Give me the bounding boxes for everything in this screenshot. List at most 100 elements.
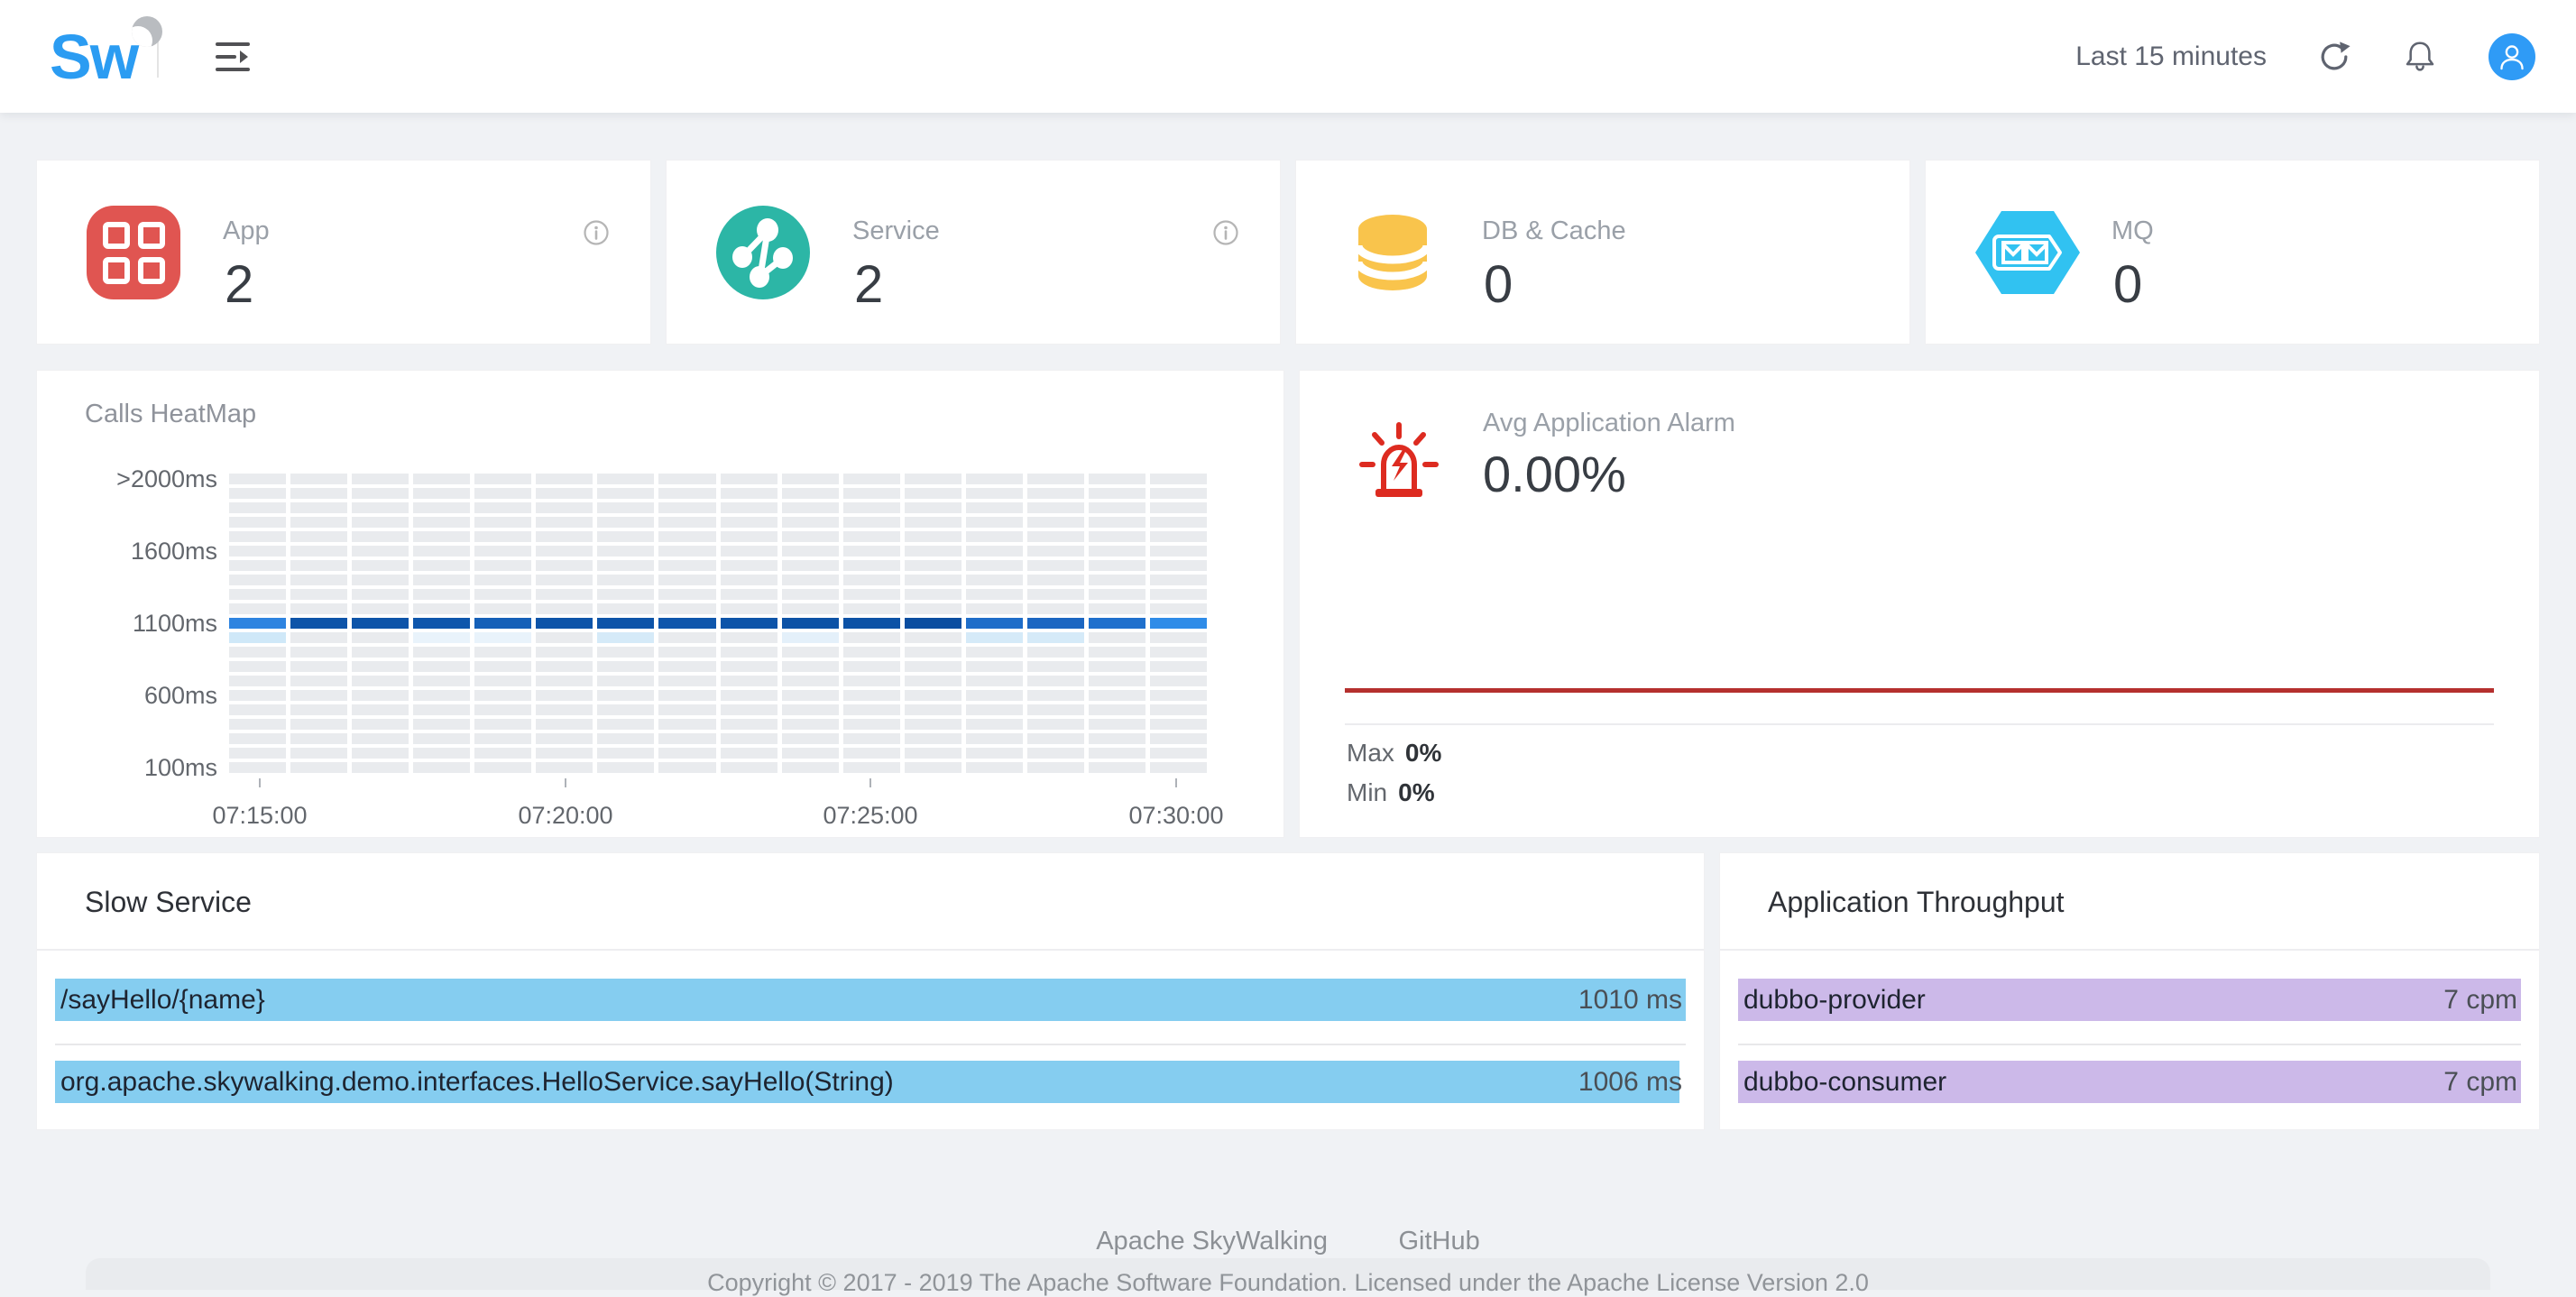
throughput-row[interactable]: dubbo-provider 7 cpm: [1738, 979, 2521, 1021]
heatmap-cell: [413, 517, 470, 528]
alarm-max-value: 0%: [1405, 739, 1441, 767]
slow-service-row[interactable]: org.apache.skywalking.demo.interfaces.He…: [55, 1061, 1686, 1103]
heatmap-cell: [290, 589, 347, 600]
heatmap-cell: [905, 748, 961, 759]
heatmap-cell: [536, 661, 593, 672]
heatmap-cell: [966, 733, 1023, 744]
notification-bell-icon[interactable]: [2404, 39, 2436, 75]
row-divider: [1738, 1044, 2521, 1045]
heatmap-cell: [843, 632, 900, 643]
heatmap-cell: [352, 560, 409, 571]
heatmap-cell: [536, 632, 593, 643]
heatmap-cell: [352, 733, 409, 744]
heatmap-cell: [966, 618, 1023, 629]
time-range-selector[interactable]: Last 15 minutes: [2075, 41, 2267, 72]
heatmap-cell: [966, 676, 1023, 686]
heatmap-cell: [1027, 748, 1084, 759]
heatmap-cell: [474, 502, 531, 513]
calls-heatmap-panel: Calls HeatMap >2000ms 1600ms 1100ms 600m…: [36, 370, 1284, 838]
stat-card-label: MQ: [2111, 216, 2154, 246]
heatmap-cell: [1150, 575, 1207, 585]
heatmap-cell: [782, 560, 839, 571]
heatmap-cell: [413, 560, 470, 571]
heatmap-cell: [352, 589, 409, 600]
heatmap-cell: [229, 661, 286, 672]
heatmap-cell: [843, 647, 900, 658]
heatmap-cell: [721, 575, 777, 585]
heatmap-cell: [721, 719, 777, 730]
heatmap-cell: [413, 589, 470, 600]
slow-service-row[interactable]: /sayHello/{name} 1010 ms: [55, 979, 1686, 1021]
heatmap-cell: [782, 690, 839, 701]
app-grid-icon: [87, 206, 180, 299]
heatmap-cell: [229, 704, 286, 715]
heatmap-cell: [782, 502, 839, 513]
heatmap-cell: [290, 762, 347, 773]
heatmap-cell: [413, 647, 470, 658]
heatmap-cell: [843, 575, 900, 585]
refresh-icon[interactable]: [2317, 40, 2351, 74]
heatmap-cell: [843, 733, 900, 744]
heatmap-cell: [1089, 589, 1145, 600]
heatmap-cell: [352, 632, 409, 643]
heatmap-cell: [352, 517, 409, 528]
heatmap-cell: [229, 690, 286, 701]
heatmap-cell: [597, 589, 654, 600]
mq-hexagon-icon: [1975, 206, 2069, 299]
heatmap-cell: [721, 618, 777, 629]
application-name: dubbo-provider: [1743, 979, 1926, 1021]
heatmap-cell: [966, 531, 1023, 542]
footer-link-github[interactable]: GitHub: [1399, 1227, 1480, 1256]
heatmap-cell: [1027, 603, 1084, 614]
heatmap-cell: [1089, 704, 1145, 715]
menu-unfold-icon[interactable]: [215, 40, 251, 74]
heatmap-cell: [290, 502, 347, 513]
middle-panels-row: Calls HeatMap >2000ms 1600ms 1100ms 600m…: [36, 370, 2540, 838]
heatmap-cell: [1150, 762, 1207, 773]
stat-card-mq: MQ 0: [1925, 160, 2540, 345]
heatmap-cell: [352, 488, 409, 499]
heatmap-cell: [843, 661, 900, 672]
heatmap-cell: [1089, 474, 1145, 484]
heatmap-cell: [966, 603, 1023, 614]
heatmap-cell: [658, 488, 715, 499]
heatmap-x-tickmark: [1175, 778, 1177, 787]
footer-link-skywalking[interactable]: Apache SkyWalking: [1096, 1227, 1328, 1256]
heatmap-cell: [905, 517, 961, 528]
skywalking-logo[interactable]: Sw: [50, 25, 137, 88]
heatmap-cell: [843, 603, 900, 614]
heatmap-y-tick: >2000ms: [37, 467, 217, 492]
user-avatar[interactable]: [2489, 33, 2535, 80]
stats-cards-row: App 2: [36, 160, 2540, 345]
heatmap-cell: [905, 474, 961, 484]
heatmap-cell: [966, 517, 1023, 528]
heatmap-cell: [721, 531, 777, 542]
heatmap-cell: [658, 748, 715, 759]
heatmap-x-tick: 07:15:00: [170, 802, 350, 830]
heatmap-cell: [290, 560, 347, 571]
heatmap-cell: [658, 647, 715, 658]
heatmap-cell: [1089, 502, 1145, 513]
info-icon[interactable]: [1213, 220, 1238, 245]
info-icon[interactable]: [584, 220, 609, 245]
heatmap-x-tickmark: [259, 778, 261, 787]
heatmap-cell: [536, 676, 593, 686]
heatmap-cell: [413, 603, 470, 614]
heatmap-cell: [290, 603, 347, 614]
heatmap-x-tickmark: [869, 778, 871, 787]
heatmap-cell: [229, 575, 286, 585]
heatmap-cell: [597, 603, 654, 614]
heatmap-cell: [1150, 661, 1207, 672]
service-endpoint-name: /sayHello/{name}: [60, 979, 265, 1021]
slow-service-panel: Slow Service /sayHello/{name} 1010 ms or…: [36, 852, 1705, 1130]
heatmap-cell: [1150, 618, 1207, 629]
heatmap-cell: [413, 546, 470, 557]
heatmap-cell: [1089, 575, 1145, 585]
throughput-row[interactable]: dubbo-consumer 7 cpm: [1738, 1061, 2521, 1103]
heatmap-cell: [413, 733, 470, 744]
heatmap-cell: [843, 690, 900, 701]
heatmap-cell: [843, 676, 900, 686]
heatmap-cell: [536, 474, 593, 484]
heatmap-cell: [905, 531, 961, 542]
heatmap-cell: [597, 719, 654, 730]
